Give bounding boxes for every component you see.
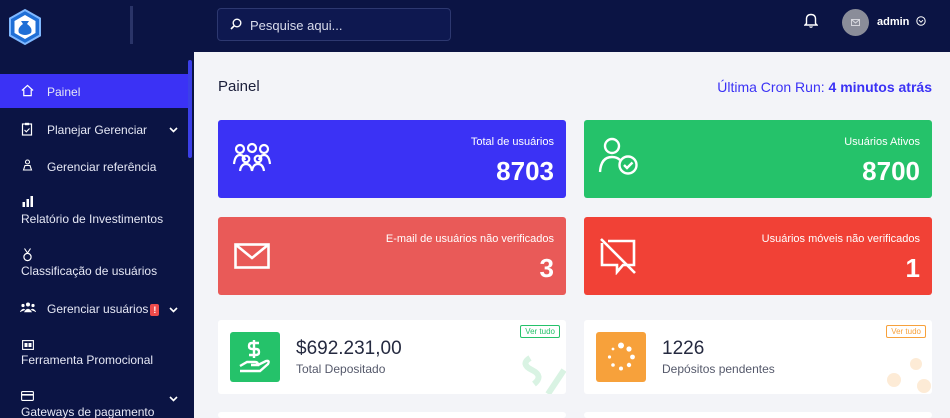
stat-title: E-mail de usuários não verificados (385, 233, 554, 245)
cron-value: 4 minutos atrás (828, 79, 932, 95)
see-all-link[interactable]: Ver tudo (520, 325, 560, 338)
user-tree-icon (22, 159, 33, 171)
home-icon (21, 84, 34, 97)
sidebar-item-relatorio-investimentos[interactable]: Relatório de Investimentos (0, 190, 188, 228)
notification-badge: ! (150, 304, 160, 316)
watermark-spinner-icon (887, 358, 931, 393)
sidebar-item-label: Gateways de pagamento (21, 405, 155, 418)
cron-status: Última Cron Run: 4 minutos atrás (717, 79, 932, 95)
page-title: Painel (218, 78, 260, 95)
watermark-dollar-icon (522, 355, 566, 394)
sidebar-item-label: Ferramenta Promocional (21, 353, 154, 367)
sidebar-item-ferramenta-promocional[interactable]: Ferramenta Promocional (0, 335, 188, 373)
topbar: admin (194, 0, 950, 52)
avatar[interactable] (842, 9, 869, 36)
sidebar-scrollbar[interactable] (188, 60, 192, 158)
stat-value: 3 (539, 253, 554, 283)
see-all-link[interactable]: Ver tudo (886, 325, 926, 338)
sidebar-item-label: Gerenciar usuários (47, 302, 149, 316)
deposit-icon-tile (230, 332, 280, 382)
chevron-circle-down-icon[interactable] (916, 16, 926, 26)
sidebar-item-gateways-pagamento[interactable]: Gateways de pagamento (0, 387, 188, 418)
stat-title: Usuários móveis não verificados (761, 233, 920, 245)
sidebar-item-label: Relatório de Investimentos (21, 212, 164, 226)
avatar-placeholder-icon (851, 19, 860, 26)
ad-icon (22, 340, 34, 350)
search-icon (230, 18, 242, 30)
user-name[interactable]: admin (877, 16, 909, 28)
sidebar-item-classificacao-usuarios[interactable]: Classificação de usuários (0, 242, 188, 280)
widget-card-partial (218, 412, 566, 418)
sidebar-item-label: Gerenciar referência (47, 160, 157, 174)
stat-value: 1 (905, 253, 920, 283)
hand-dollar-icon (239, 340, 270, 373)
sidebar-item-painel[interactable]: Painel (0, 74, 188, 108)
sidebar-item-gerenciar-referencia[interactable]: Gerenciar referência (0, 153, 188, 181)
widget-pending-deposits: 1226 Depósitos pendentes Ver tudo (584, 320, 932, 394)
bar-chart-icon (22, 196, 33, 207)
cron-label: Última Cron Run: (717, 79, 825, 95)
medal-icon (23, 248, 32, 262)
stat-card-email-unverified[interactable]: E-mail de usuários não verificados 3 (218, 217, 566, 295)
sidebar-item-label: Classificação de usuários (21, 264, 158, 278)
bell-icon[interactable] (804, 12, 818, 28)
user-check-icon (598, 137, 638, 175)
envelope-icon (234, 243, 270, 269)
chevron-down-icon (169, 307, 178, 313)
users-icon (20, 302, 36, 313)
widget-total-deposited: $692.231,00 Total Depositado Ver tudo (218, 320, 566, 394)
moneybag-hexagon-icon[interactable] (6, 8, 44, 46)
stat-value: 8703 (496, 156, 554, 186)
logo-divider (130, 6, 133, 44)
pending-icon-tile (596, 332, 646, 382)
sidebar-item-label: Planejar Gerenciar (47, 123, 148, 137)
widget-card-partial (584, 412, 932, 418)
stat-card-total-users[interactable]: Total de usuários 8703 (218, 120, 566, 198)
spinner-icon (607, 342, 635, 371)
search-input[interactable] (250, 15, 440, 35)
sidebar-item-label: Painel (47, 85, 81, 99)
stat-card-active-users[interactable]: Usuários Ativos 8700 (584, 120, 932, 198)
chevron-down-icon (169, 396, 178, 402)
chevron-down-icon (169, 127, 178, 133)
sidebar-item-gerenciar-usuarios[interactable]: Gerenciar usuários! (0, 295, 188, 323)
sidebar: Painel Planejar Gerenciar Gerenciar refe… (0, 0, 194, 418)
sidebar-item-planejar-gerenciar[interactable]: Planejar Gerenciar (0, 116, 188, 144)
widget-amount: 1226 (662, 338, 705, 359)
stat-card-mobile-unverified[interactable]: Usuários móveis não verificados 1 (584, 217, 932, 295)
search-box[interactable] (217, 8, 451, 41)
stat-title: Usuários Ativos (844, 136, 920, 148)
widget-amount: $692.231,00 (296, 338, 402, 359)
credit-card-icon (21, 391, 34, 401)
clipboard-icon (21, 122, 33, 136)
mobile-off-icon (600, 238, 636, 275)
widget-label: Depósitos pendentes (662, 362, 775, 376)
widget-label: Total Depositado (296, 362, 386, 376)
stat-title: Total de usuários (470, 136, 554, 148)
users-group-icon (232, 142, 272, 172)
stat-value: 8700 (862, 156, 920, 186)
